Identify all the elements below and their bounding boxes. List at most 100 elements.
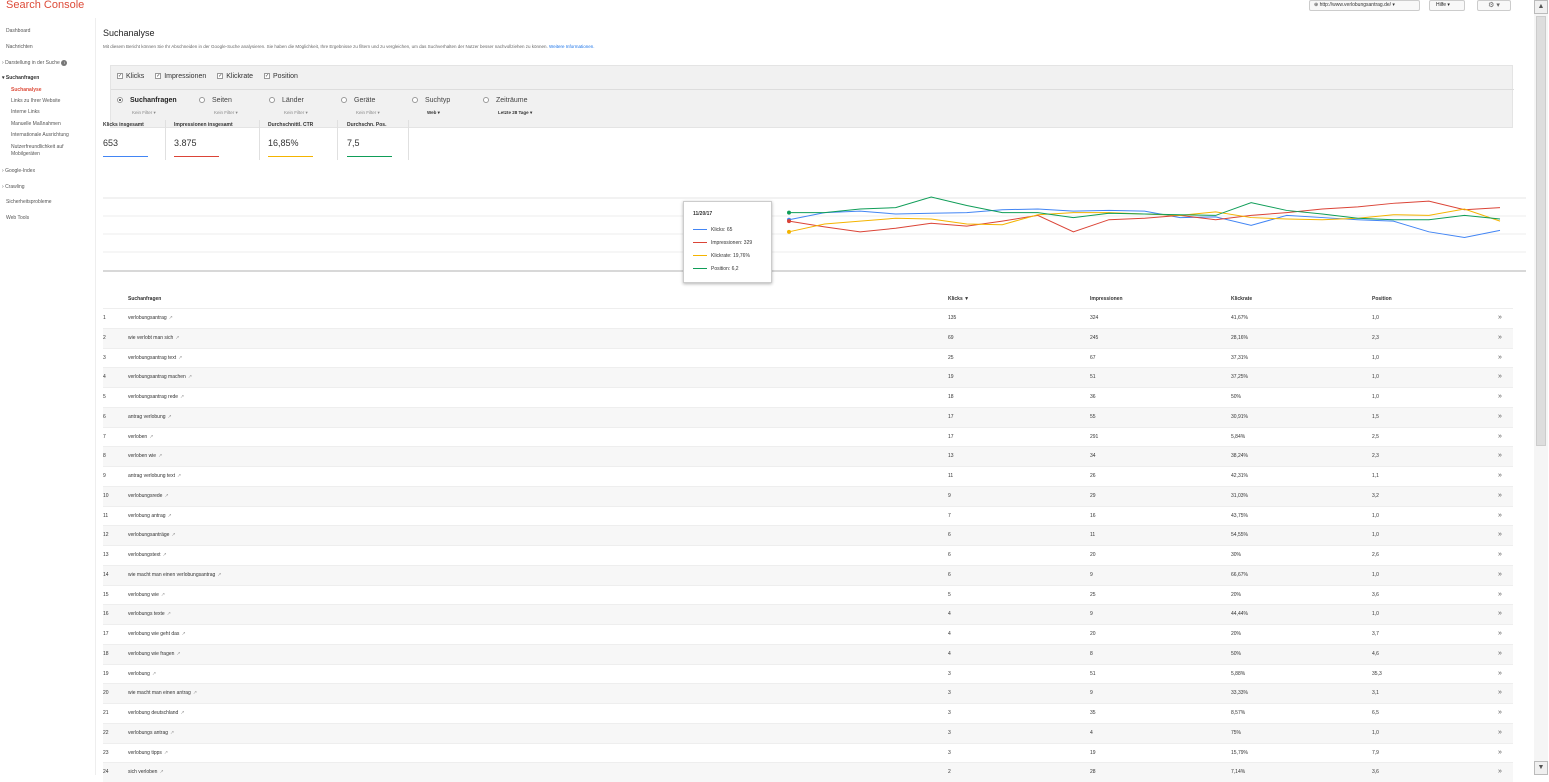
filter-dropdown-suchanfragen[interactable]: Kein Filter ▾	[132, 110, 156, 116]
scroll-down-button[interactable]: ▼	[1534, 761, 1548, 775]
external-link-icon[interactable]: ↗	[168, 414, 172, 420]
query-cell[interactable]: verlobungsanträge ↗	[128, 532, 176, 538]
sidebar-item-dashboard[interactable]: Dashboard	[6, 28, 30, 34]
row-details-icon[interactable]: »	[1498, 512, 1502, 519]
external-link-icon[interactable]: ↗	[181, 631, 185, 637]
query-cell[interactable]: wie verlobt man sich ↗	[128, 335, 180, 341]
table-row[interactable]: 17 verlobung wie geht das ↗ 4 20 20% 3,7 »	[103, 624, 1513, 644]
table-row[interactable]: 19 verlobung ↗ 3 51 5,88% 35,3 »	[103, 663, 1513, 684]
row-details-icon[interactable]: »	[1498, 433, 1502, 440]
filter-dropdown-suchtyp[interactable]: Web ▾	[427, 110, 440, 116]
sidebar-item-suchanalyse[interactable]: Suchanalyse	[11, 87, 42, 93]
filter-dropdown-zeitraeume[interactable]: Letzte 28 Tage ▾	[498, 110, 532, 116]
radio-suchanfragen[interactable]: Suchanfragen	[117, 97, 177, 104]
sidebar-item-nachrichten[interactable]: Nachrichten	[6, 44, 33, 50]
query-cell[interactable]: verlobungsrede ↗	[128, 493, 169, 499]
row-details-icon[interactable]: »	[1498, 373, 1502, 380]
table-row[interactable]: 2 wie verlobt man sich ↗ 69 245 28,16% 2,3 »	[103, 327, 1513, 348]
kpi-position[interactable]: Durchschn. Pos. 7,5	[347, 120, 409, 160]
help-button[interactable]: Hilfe ▾	[1429, 0, 1465, 11]
series-point-impressionen[interactable]	[787, 219, 791, 224]
filter-dropdown-laender[interactable]: Kein Filter ▾	[284, 110, 308, 116]
table-row[interactable]: 5 verlobungsantrag rede ↗ 18 36 50% 1,0 »	[103, 387, 1513, 407]
table-row[interactable]: 15 verlobung wie ↗ 5 25 20% 3,6 »	[103, 584, 1513, 605]
row-details-icon[interactable]: »	[1498, 393, 1502, 400]
query-cell[interactable]: wie macht man einen verlobungsantrag ↗	[128, 572, 221, 578]
row-details-icon[interactable]: »	[1498, 571, 1502, 578]
external-link-icon[interactable]: ↗	[158, 453, 162, 459]
row-details-icon[interactable]: »	[1498, 670, 1502, 677]
table-row[interactable]: 8 verloben wie ↗ 13 34 38,24% 2,3 »	[103, 446, 1513, 467]
kpi-impressionen[interactable]: Impressionen insgesamt 3.875	[174, 120, 260, 160]
row-details-icon[interactable]: »	[1498, 689, 1502, 696]
external-link-icon[interactable]: ↗	[180, 394, 184, 400]
row-details-icon[interactable]: »	[1498, 650, 1502, 657]
row-details-icon[interactable]: »	[1498, 413, 1502, 420]
sidebar-item-sicherheitsprobleme[interactable]: Sicherheitsprobleme	[6, 199, 52, 205]
row-details-icon[interactable]: »	[1498, 531, 1502, 538]
query-cell[interactable]: verloben wie ↗	[128, 453, 162, 459]
query-cell[interactable]: sich verloben ↗	[128, 769, 164, 775]
external-link-icon[interactable]: ↗	[177, 473, 181, 479]
external-link-icon[interactable]: ↗	[176, 651, 180, 657]
query-cell[interactable]: verlobung wie fragen ↗	[128, 651, 181, 657]
external-link-icon[interactable]: ↗	[152, 671, 156, 677]
table-row[interactable]: 16 verlobungs texte ↗ 4 9 44,44% 1,0 »	[103, 604, 1513, 625]
external-link-icon[interactable]: ↗	[175, 335, 179, 341]
query-cell[interactable]: verlobungsantrag rede ↗	[128, 394, 184, 400]
sidebar-item-manuelle-massnahmen[interactable]: Manuelle Maßnahmen	[11, 121, 61, 127]
query-cell[interactable]: verlobung wie ↗	[128, 592, 165, 598]
external-link-icon[interactable]: ↗	[164, 493, 168, 499]
external-link-icon[interactable]: ↗	[159, 769, 163, 775]
radio-geraete[interactable]: Geräte	[341, 97, 375, 104]
row-details-icon[interactable]: »	[1498, 749, 1502, 756]
site-selector[interactable]: ⊕ http://www.verlobungsantrag.de/ ▾	[1309, 0, 1420, 11]
table-row[interactable]: 13 verlobungstext ↗ 6 20 30% 2,6 »	[103, 545, 1513, 565]
sidebar-item-crawling[interactable]: › Crawling	[2, 184, 25, 190]
column-header-position[interactable]: Position	[1372, 296, 1392, 302]
query-cell[interactable]: verlobung wie geht das ↗	[128, 631, 186, 637]
settings-button[interactable]: ⚙ ▾	[1477, 0, 1511, 11]
table-row[interactable]: 18 verlobung wie fragen ↗ 4 8 50% 4,6 »	[103, 643, 1513, 664]
kpi-klicks[interactable]: Klicks insgesamt 653	[103, 120, 166, 160]
external-link-icon[interactable]: ↗	[163, 552, 167, 558]
app-logo[interactable]: Search Console	[6, 0, 84, 11]
table-row[interactable]: 14 wie macht man einen verlobungsantrag ↗ 6…	[103, 564, 1513, 585]
series-point-position[interactable]	[787, 210, 791, 215]
column-header-clicks[interactable]: Klicks ▼	[948, 296, 969, 302]
sidebar-item-suchanfragen[interactable]: ▾ Suchanfragen	[2, 75, 39, 81]
external-link-icon[interactable]: ↗	[149, 434, 153, 440]
row-details-icon[interactable]: »	[1498, 630, 1502, 637]
row-details-icon[interactable]: »	[1498, 314, 1502, 321]
external-link-icon[interactable]: ↗	[171, 532, 175, 538]
performance-chart[interactable]	[103, 196, 1526, 276]
query-cell[interactable]: verlobung antrag ↗	[128, 513, 172, 519]
checkbox-impressionen[interactable]: ✓ Impressionen	[155, 73, 206, 80]
sidebar-item-darstellung[interactable]: › Darstellung in der Suche i	[2, 60, 68, 66]
row-details-icon[interactable]: »	[1498, 472, 1502, 479]
row-details-icon[interactable]: »	[1498, 354, 1502, 361]
table-row[interactable]: 6 antrag verlobung ↗ 17 55 30,91% 1,5 »	[103, 406, 1513, 427]
more-info-link[interactable]: Weitere Informationen.	[549, 44, 594, 49]
row-details-icon[interactable]: »	[1498, 768, 1502, 775]
row-details-icon[interactable]: »	[1498, 492, 1502, 499]
table-row[interactable]: 12 verlobungsanträge ↗ 6 11 54,55% 1,0 »	[103, 525, 1513, 546]
info-icon[interactable]: i	[61, 60, 68, 66]
row-details-icon[interactable]: »	[1498, 610, 1502, 617]
query-cell[interactable]: verlobungstext ↗	[128, 552, 167, 558]
query-cell[interactable]: verlobungs texte ↗	[128, 611, 171, 617]
external-link-icon[interactable]: ↗	[164, 750, 168, 756]
external-link-icon[interactable]: ↗	[188, 374, 192, 380]
external-link-icon[interactable]: ↗	[167, 611, 171, 617]
table-row[interactable]: 10 verlobungsrede ↗ 9 29 31,03% 3,2 »	[103, 485, 1513, 506]
radio-zeitraeume[interactable]: Zeiträume	[483, 97, 528, 104]
query-cell[interactable]: verlobung deutschland ↗	[128, 710, 185, 716]
table-row[interactable]: 4 verlobungsantrag machen ↗ 19 51 37,25% 1,0 »	[103, 367, 1513, 388]
row-details-icon[interactable]: »	[1498, 334, 1502, 341]
filter-dropdown-seiten[interactable]: Kein Filter ▾	[214, 110, 238, 116]
query-cell[interactable]: antrag verlobung text ↗	[128, 473, 181, 479]
radio-seiten[interactable]: Seiten	[199, 97, 232, 104]
external-link-icon[interactable]: ↗	[170, 730, 174, 736]
row-details-icon[interactable]: »	[1498, 452, 1502, 459]
sidebar-item-web-tools[interactable]: Web Tools	[6, 215, 29, 221]
